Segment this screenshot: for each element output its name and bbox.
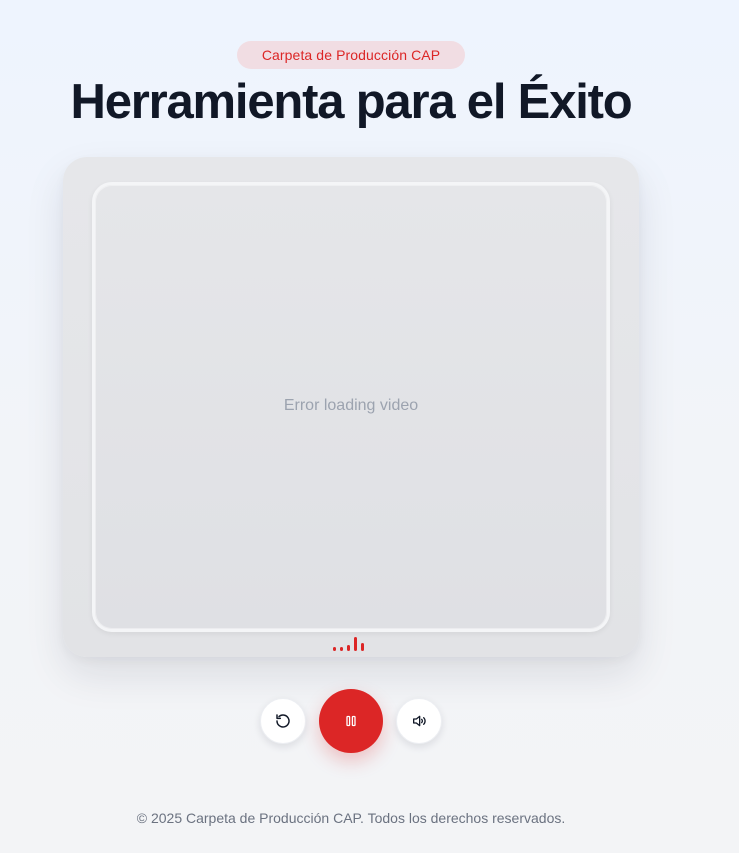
pause-icon	[346, 715, 356, 727]
restart-button[interactable]	[260, 698, 306, 744]
volume-button[interactable]	[396, 698, 442, 744]
footer-copyright: © 2025 Carpeta de Producción CAP. Todos …	[136, 810, 566, 826]
video-player-card: Error loading video	[63, 157, 639, 657]
volume-icon	[413, 715, 426, 727]
page-title: Herramienta para el Éxito	[70, 75, 633, 129]
visualizer-bar	[347, 645, 350, 651]
restart-icon	[276, 714, 290, 728]
video-frame[interactable]: Error loading video	[92, 182, 610, 632]
visualizer-bar	[354, 637, 357, 651]
visualizer-bar	[333, 647, 336, 651]
audio-visualizer-icon	[333, 633, 373, 651]
visualizer-bar	[361, 643, 364, 651]
page-badge: Carpeta de Producción CAP	[237, 41, 465, 69]
pause-button[interactable]	[319, 689, 383, 753]
visualizer-bar	[340, 647, 343, 651]
video-error-message: Error loading video	[283, 396, 419, 414]
